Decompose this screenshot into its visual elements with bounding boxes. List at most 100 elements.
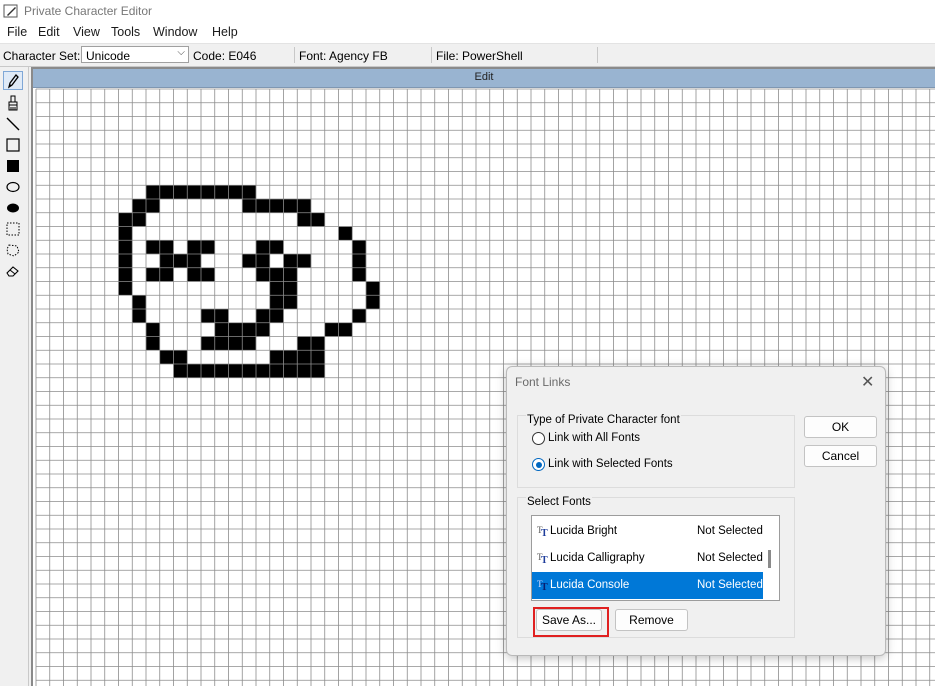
glyph-pixel[interactable]: [187, 185, 201, 199]
glyph-pixel[interactable]: [283, 199, 298, 213]
glyph-pixel[interactable]: [132, 199, 146, 213]
list-item-selected[interactable]: TT Lucida Console Not Selected: [532, 572, 763, 599]
glyph-pixel[interactable]: [297, 212, 311, 227]
chevron-down-icon[interactable]: ⌵: [177, 47, 185, 58]
glyph-pixel[interactable]: [352, 254, 366, 268]
glyph-pixel[interactable]: [146, 185, 160, 199]
charset-dropdown[interactable]: Unicode ⌵: [81, 46, 189, 63]
radio-link-all-fonts[interactable]: [532, 432, 545, 445]
glyph-pixel[interactable]: [256, 364, 270, 378]
glyph-pixel[interactable]: [228, 322, 243, 337]
filled-ellipse-icon[interactable]: [3, 198, 23, 217]
menu-window[interactable]: Window: [153, 25, 197, 39]
glyph-pixel[interactable]: [366, 295, 380, 309]
glyph-pixel[interactable]: [256, 322, 270, 337]
glyph-pixel[interactable]: [228, 336, 243, 351]
glyph-pixel[interactable]: [146, 336, 160, 351]
glyph-pixel[interactable]: [269, 199, 284, 213]
glyph-pixel[interactable]: [283, 364, 298, 378]
glyph-pixel[interactable]: [269, 295, 284, 309]
glyph-pixel[interactable]: [173, 254, 188, 268]
close-icon[interactable]: ✕: [861, 372, 874, 392]
glyph-pixel[interactable]: [242, 254, 256, 268]
glyph-pixel[interactable]: [283, 281, 298, 296]
glyph-pixel[interactable]: [228, 364, 243, 378]
radio-link-selected-fonts-label[interactable]: Link with Selected Fonts: [548, 458, 673, 470]
menu-tools[interactable]: Tools: [111, 25, 140, 39]
glyph-pixel[interactable]: [201, 240, 215, 254]
glyph-pixel[interactable]: [118, 267, 133, 282]
glyph-pixel[interactable]: [311, 336, 325, 351]
glyph-pixel[interactable]: [352, 240, 366, 254]
list-item[interactable]: TT Lucida Calligraphy Not Selected: [532, 545, 763, 572]
line-icon[interactable]: [3, 114, 23, 133]
font-list[interactable]: TT Lucida Bright Not Selected TT Lucida …: [531, 515, 780, 601]
remove-button[interactable]: Remove: [615, 609, 688, 631]
glyph-pixel[interactable]: [283, 254, 298, 268]
glyph-pixel[interactable]: [311, 350, 325, 364]
glyph-pixel[interactable]: [297, 336, 311, 351]
glyph-pixel[interactable]: [118, 240, 133, 254]
glyph-pixel[interactable]: [146, 267, 160, 282]
glyph-pixel[interactable]: [256, 309, 270, 323]
glyph-pixel[interactable]: [187, 364, 201, 378]
glyph-pixel[interactable]: [159, 254, 174, 268]
glyph-pixel[interactable]: [366, 281, 380, 296]
glyph-pixel[interactable]: [297, 350, 311, 364]
glyph-pixel[interactable]: [201, 185, 215, 199]
glyph-pixel[interactable]: [256, 199, 270, 213]
glyph-pixel[interactable]: [269, 267, 284, 282]
ok-button[interactable]: OK: [804, 416, 877, 438]
glyph-pixel[interactable]: [132, 295, 146, 309]
glyph-pixel[interactable]: [256, 267, 270, 282]
glyph-pixel[interactable]: [242, 364, 256, 378]
glyph-pixel[interactable]: [173, 350, 188, 364]
glyph-pixel[interactable]: [118, 254, 133, 268]
glyph-pixel[interactable]: [146, 322, 160, 337]
glyph-pixel[interactable]: [256, 254, 270, 268]
glyph-pixel[interactable]: [283, 350, 298, 364]
freeform-selection-icon[interactable]: [3, 240, 23, 259]
glyph-pixel[interactable]: [214, 364, 229, 378]
glyph-pixel[interactable]: [146, 240, 160, 254]
glyph-pixel[interactable]: [269, 350, 284, 364]
glyph-pixel[interactable]: [201, 267, 215, 282]
glyph-pixel[interactable]: [118, 281, 133, 296]
glyph-pixel[interactable]: [146, 199, 160, 213]
glyph-pixel[interactable]: [297, 199, 311, 213]
radio-link-selected-fonts[interactable]: [532, 458, 545, 471]
glyph-pixel[interactable]: [283, 267, 298, 282]
hollow-ellipse-icon[interactable]: [3, 177, 23, 196]
glyph-pixel[interactable]: [118, 226, 133, 241]
glyph-pixel[interactable]: [214, 185, 229, 199]
glyph-pixel[interactable]: [228, 185, 243, 199]
menu-file[interactable]: File: [7, 25, 27, 39]
glyph-pixel[interactable]: [242, 199, 256, 213]
glyph-pixel[interactable]: [297, 254, 311, 268]
cancel-button[interactable]: Cancel: [804, 445, 877, 467]
glyph-pixel[interactable]: [132, 309, 146, 323]
glyph-pixel[interactable]: [269, 240, 284, 254]
glyph-pixel[interactable]: [187, 267, 201, 282]
scrollbar-thumb[interactable]: [768, 550, 771, 568]
list-item[interactable]: TT Lucida Bright Not Selected: [532, 518, 763, 545]
glyph-pixel[interactable]: [187, 254, 201, 268]
filled-rectangle-icon[interactable]: [3, 156, 23, 175]
glyph-pixel[interactable]: [297, 364, 311, 378]
glyph-pixel[interactable]: [201, 336, 215, 351]
eraser-icon[interactable]: [3, 261, 23, 280]
glyph-pixel[interactable]: [214, 322, 229, 337]
menu-help[interactable]: Help: [212, 25, 238, 39]
glyph-pixel[interactable]: [324, 322, 339, 337]
glyph-pixel[interactable]: [159, 350, 174, 364]
glyph-pixel[interactable]: [118, 212, 133, 227]
glyph-pixel[interactable]: [352, 309, 366, 323]
glyph-pixel[interactable]: [159, 185, 174, 199]
glyph-pixel[interactable]: [214, 309, 229, 323]
glyph-pixel[interactable]: [352, 267, 366, 282]
glyph-pixel[interactable]: [242, 185, 256, 199]
radio-link-all-fonts-label[interactable]: Link with All Fonts: [548, 432, 640, 444]
pencil-icon[interactable]: [3, 71, 23, 90]
glyph-pixel[interactable]: [338, 226, 353, 241]
rectangular-selection-icon[interactable]: [3, 219, 23, 238]
